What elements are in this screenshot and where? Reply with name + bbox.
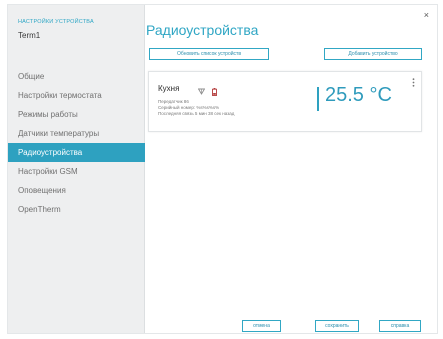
device-card-icons — [198, 83, 220, 96]
signal-icon — [198, 88, 205, 96]
help-button[interactable]: справка — [379, 320, 421, 332]
sidebar-item-temperature-sensors[interactable]: Датчики температуры — [8, 124, 145, 143]
sidebar-item-modes[interactable]: Режимы работы — [8, 105, 145, 124]
refresh-devices-button[interactable]: Обновить список устройств — [149, 48, 269, 60]
sidebar-item-opentherm[interactable]: OpenTherm — [8, 200, 145, 219]
save-button[interactable]: сохранить — [315, 320, 359, 332]
sidebar-item-general[interactable]: Общие — [8, 67, 145, 86]
sidebar-item-radio-devices[interactable]: Радиоустройства — [8, 143, 145, 162]
device-card-name: Кухня — [158, 84, 180, 93]
sidebar-header: НАСТРОЙКИ УСТРОЙСТВА Term1 — [8, 5, 144, 40]
device-last-seen: Последняя связь 5 мин 38 сек назад — [158, 111, 235, 116]
sidebar-item-thermostat-settings[interactable]: Настройки термостата — [8, 86, 145, 105]
device-serial: Серийный номер: %s%s%s% — [158, 105, 220, 110]
kebab-menu-icon[interactable] — [412, 78, 415, 87]
temperature-accent-bar — [317, 87, 319, 111]
sidebar-item-notifications[interactable]: Оповещения — [8, 181, 145, 200]
close-icon[interactable]: × — [424, 10, 429, 20]
device-type: Передатчик 86 — [158, 99, 189, 104]
page-title: Радиоустройства — [146, 22, 259, 38]
battery-icon — [212, 87, 218, 96]
sidebar-menu: Общие Настройки термостата Режимы работы… — [8, 67, 145, 219]
device-card[interactable]: Кухня Передатчик 86 Серийный номер: %s%s… — [148, 71, 422, 132]
sidebar-caption: НАСТРОЙКИ УСТРОЙСТВА — [18, 19, 94, 25]
cancel-button[interactable]: отмена — [242, 320, 281, 332]
sidebar-item-gsm-settings[interactable]: Настройки GSM — [8, 162, 145, 181]
sidebar: НАСТРОЙКИ УСТРОЙСТВА Term1 Общие Настрой… — [8, 5, 145, 333]
add-device-button[interactable]: Добавить устройство — [324, 48, 422, 60]
device-temperature: 25.5 °C — [325, 84, 392, 106]
device-name: Term1 — [18, 31, 41, 40]
